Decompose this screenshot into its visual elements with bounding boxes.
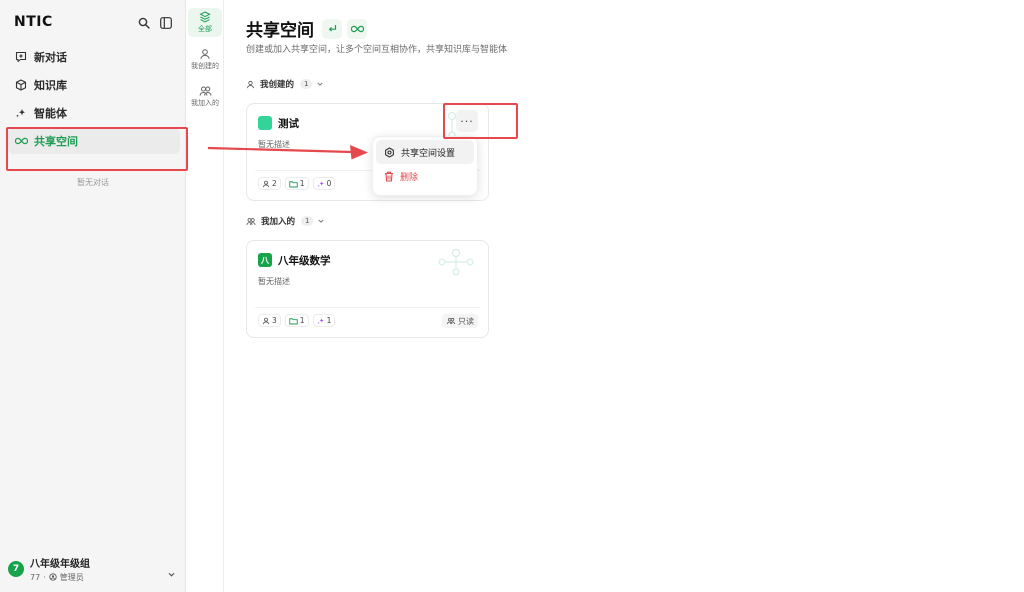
sidebar: NTIC 新对话 知识库 智能体 共享空间 暂无对话 7 八年级年级组 77 ·… — [0, 0, 186, 592]
sidebar-item-knowledge-base[interactable]: 知识库 — [8, 72, 180, 98]
section-joined-header: 我加入的 1 — [246, 215, 325, 227]
avatar: 7 — [8, 561, 24, 577]
sidebar-item-label: 共享空间 — [34, 135, 78, 148]
users-icon — [246, 217, 256, 226]
search-icon[interactable] — [137, 16, 151, 30]
space-avatar — [258, 116, 272, 130]
more-options-button[interactable]: ··· — [456, 110, 478, 132]
infinity-icon[interactable] — [347, 18, 367, 39]
page-subtitle: 创建或加入共享空间，让多个空间互相协作，共享知识库与智能体 — [246, 45, 508, 55]
member-count-value: 3 — [272, 316, 277, 325]
sidebar-item-label: 知识库 — [34, 79, 67, 92]
space-card-grade8-math[interactable]: 八 八年级数学 暂无描述 3 1 1 只读 — [246, 240, 489, 338]
user-icon — [262, 317, 270, 324]
knowledge-base-count: 1 — [284, 314, 309, 327]
chevron-down-icon[interactable] — [317, 217, 325, 225]
user-role: 管理员 — [59, 573, 84, 582]
sidebar-item-label: 新对话 — [34, 51, 67, 64]
section-label: 我创建的 — [260, 80, 295, 90]
agent-count-value: 1 — [326, 316, 332, 325]
page-title: 共享空间 — [246, 21, 314, 41]
chevron-down-icon[interactable] — [316, 80, 324, 88]
sidebar-nav: 新对话 知识库 智能体 共享空间 — [8, 44, 180, 156]
member-count-value: 2 — [272, 179, 277, 188]
filter-label: 我加入的 — [191, 99, 219, 107]
filter-label: 我创建的 — [191, 62, 219, 70]
knowledge-base-count: 1 — [284, 177, 309, 190]
brand-name: NTIC — [14, 14, 53, 30]
menu-item-space-settings[interactable]: 共享空间设置 — [376, 140, 474, 164]
layers-icon — [188, 11, 222, 23]
sparkle-icon — [317, 317, 324, 324]
user-info: 八年级年级组 77 · 管理员 — [30, 555, 90, 583]
sidebar-item-new-chat[interactable]: 新对话 — [8, 44, 180, 70]
count-badge: 1 — [301, 216, 314, 226]
space-stats: 2 1 0 — [258, 177, 336, 190]
sparkle-icon — [317, 180, 324, 187]
space-actions-menu: 共享空间设置 删除 — [372, 136, 478, 196]
filter-all[interactable]: 全部 — [188, 8, 222, 37]
user-icon — [262, 180, 270, 187]
member-count: 2 — [258, 177, 281, 190]
users-icon — [446, 317, 456, 325]
readonly-label: 只读 — [458, 316, 474, 326]
cube-icon — [14, 78, 28, 92]
space-title: 测试 — [278, 118, 299, 130]
space-description: 暂无描述 — [258, 140, 290, 149]
empty-chats-text: 暂无对话 — [77, 178, 109, 187]
knowledge-base-count-value: 1 — [299, 316, 305, 325]
readonly-badge: 只读 — [442, 314, 478, 328]
settings-icon — [384, 146, 395, 158]
user-meta: 77 · 管理员 — [30, 572, 90, 583]
count-badge: 1 — [300, 79, 313, 89]
sidebar-item-shared-space[interactable]: 共享空间 — [8, 128, 180, 154]
folder-icon — [289, 317, 298, 324]
section-created-header: 我创建的 1 — [246, 78, 324, 90]
space-filter-bar: 全部 我创建的 我加入的 — [186, 0, 224, 592]
filter-created[interactable]: 我创建的 — [188, 45, 222, 74]
space-title: 八年级数学 — [278, 255, 331, 267]
sidebar-top-actions — [137, 16, 173, 30]
user-icon — [188, 48, 222, 60]
user-icon — [246, 80, 255, 89]
enter-icon[interactable] — [322, 18, 342, 39]
knowledge-base-count-value: 1 — [299, 179, 305, 188]
filter-joined[interactable]: 我加入的 — [188, 82, 222, 111]
menu-item-label: 删除 — [400, 172, 419, 183]
trash-icon — [384, 171, 394, 182]
agent-count: 1 — [312, 314, 336, 327]
brand-logo[interactable]: NTIC — [14, 14, 53, 30]
new-chat-icon — [14, 50, 28, 64]
member-count: 3 — [258, 314, 281, 327]
sparkle-icon — [14, 106, 28, 120]
menu-item-delete[interactable]: 删除 — [376, 164, 474, 188]
sidebar-item-agents[interactable]: 智能体 — [8, 100, 180, 126]
user-name: 八年级年级组 — [30, 559, 90, 570]
user-profile[interactable]: 7 八年级年级组 77 · 管理员 — [8, 554, 180, 584]
space-stats: 3 1 1 — [258, 314, 336, 327]
space-description: 暂无描述 — [258, 277, 290, 286]
sidebar-item-label: 智能体 — [34, 107, 67, 120]
user-id: 77 — [30, 573, 41, 582]
card-divider — [255, 307, 480, 308]
chevron-down-icon[interactable] — [167, 564, 176, 583]
network-decoration-icon — [438, 247, 478, 281]
page-header: 共享空间 — [246, 16, 372, 41]
filter-label: 全部 — [198, 25, 212, 33]
section-label: 我加入的 — [261, 217, 296, 227]
agent-count: 0 — [312, 177, 336, 190]
users-icon — [188, 85, 222, 97]
separator-dot: · — [43, 573, 46, 582]
folder-icon — [289, 180, 298, 187]
agent-count-value: 0 — [326, 179, 332, 188]
space-avatar: 八 — [258, 253, 272, 267]
menu-item-label: 共享空间设置 — [401, 148, 456, 159]
admin-icon — [49, 572, 57, 583]
infinity-icon — [14, 134, 28, 148]
sidebar-toggle-icon[interactable] — [159, 16, 173, 30]
